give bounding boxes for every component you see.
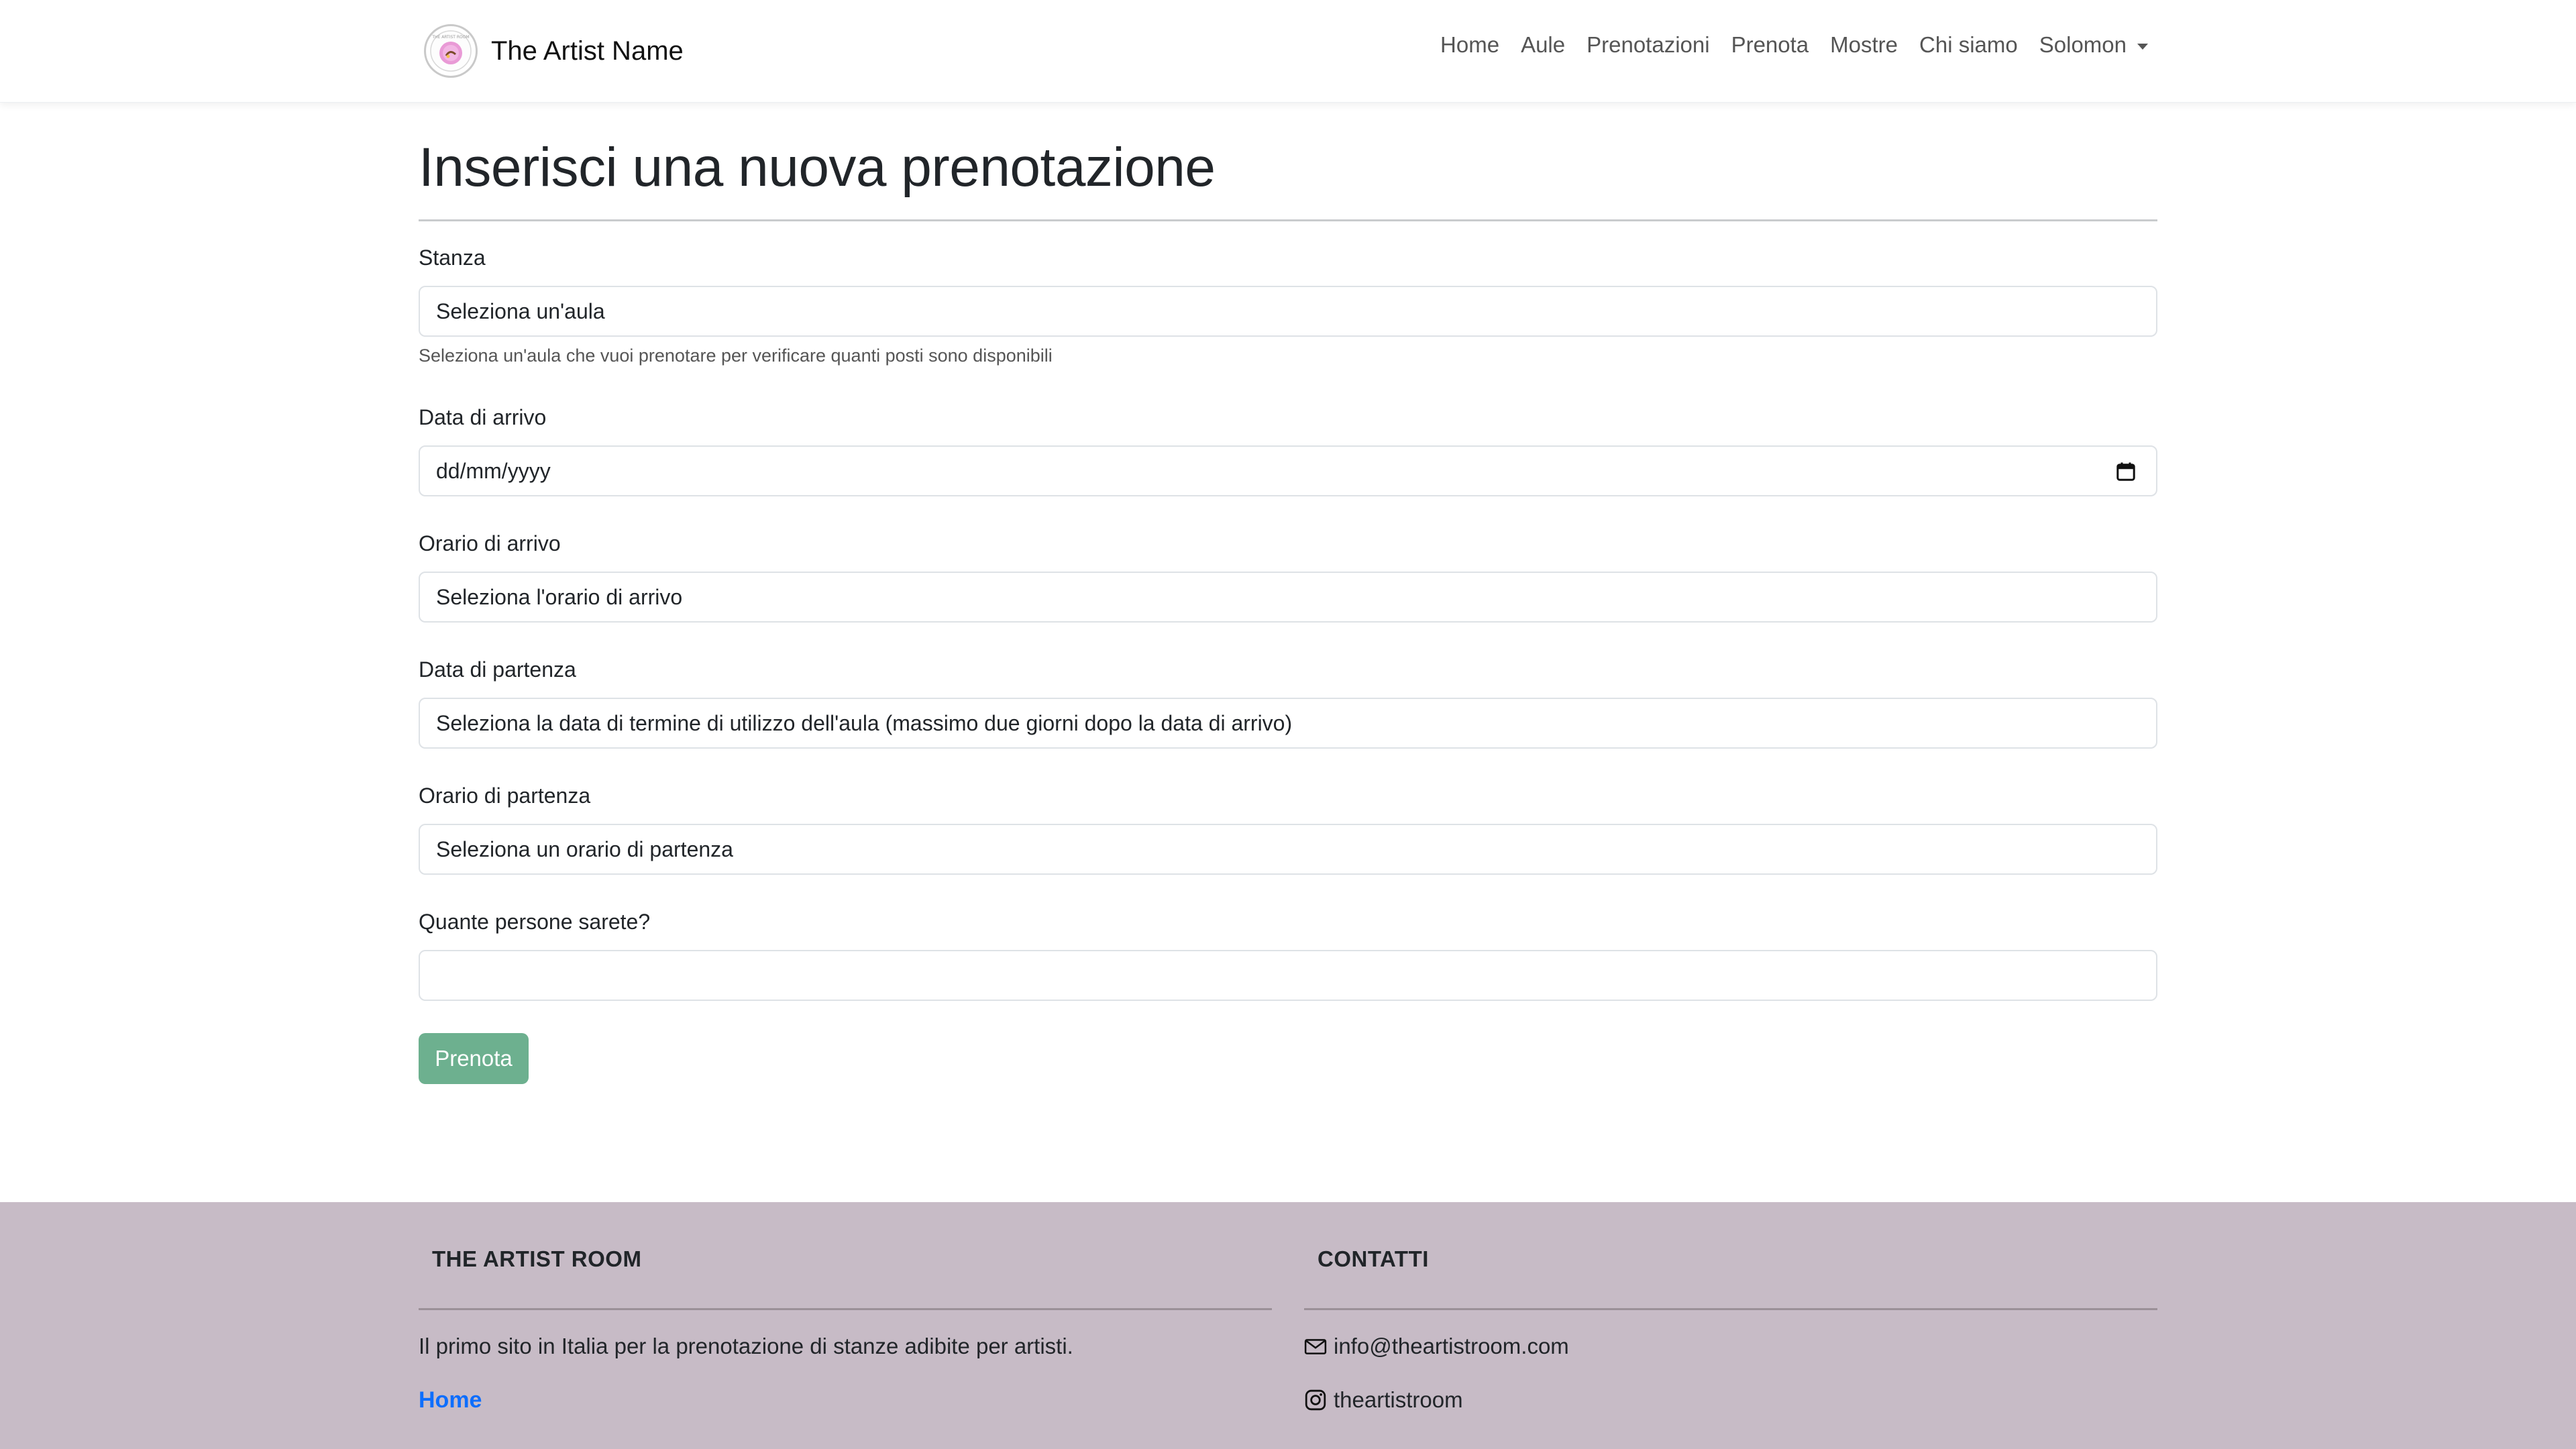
departure-date-value: Seleziona la data di termine di utilizzo… — [436, 710, 1293, 735]
artist-room-logo-icon: THE ARTIST ROOM — [424, 24, 478, 78]
instagram-icon — [1305, 1389, 1326, 1411]
envelope-icon — [1304, 1339, 1327, 1354]
footer-link-home[interactable]: Home — [419, 1387, 482, 1413]
footer-about-divider — [419, 1308, 1272, 1310]
main-nav: Home Aule Prenotazioni Prenota Mostre Ch… — [1419, 32, 2148, 58]
caret-down-icon — [2137, 43, 2148, 50]
people-count-input[interactable] — [419, 950, 2157, 1001]
page-title: Inserisci una nuova prenotazione — [419, 137, 1216, 198]
footer-about-text: Il primo sito in Italia per la prenotazi… — [419, 1334, 1073, 1358]
departure-date-label: Data di partenza — [419, 657, 576, 682]
calendar-icon[interactable] — [2116, 462, 2136, 482]
departure-time-select[interactable]: Seleziona un orario di partenza — [419, 824, 2157, 875]
nav-link-aule[interactable]: Aule — [1521, 32, 1565, 58]
submit-booking-button[interactable]: Prenota — [419, 1033, 529, 1084]
room-label: Stanza — [419, 246, 486, 270]
svg-text:THE ARTIST ROOM: THE ARTIST ROOM — [431, 35, 469, 40]
nav-link-chi-siamo[interactable]: Chi siamo — [1919, 32, 2018, 58]
arrival-time-label: Orario di arrivo — [419, 531, 561, 555]
arrival-time-value: Seleziona l'orario di arrivo — [436, 584, 683, 609]
arrival-time-select[interactable]: Seleziona l'orario di arrivo — [419, 572, 2157, 623]
footer-instagram-text: theartistroom — [1334, 1387, 1463, 1412]
brand-link[interactable]: THE ARTIST ROOM The Artist Name — [424, 23, 684, 79]
footer-contacts-divider — [1304, 1308, 2157, 1310]
footer-email[interactable]: info@theartistroom.com — [1304, 1334, 1569, 1359]
departure-time-label: Orario di partenza — [419, 784, 591, 808]
room-select-value: Seleziona un'aula — [436, 299, 605, 323]
footer-instagram[interactable]: theartistroom — [1304, 1387, 1463, 1413]
footer-email-text: info@theartistroom.com — [1334, 1334, 1569, 1358]
nav-link-home[interactable]: Home — [1440, 32, 1499, 58]
arrival-date-input[interactable]: dd/mm/yyyy — [419, 445, 2157, 496]
user-menu-label: Solomon — [2039, 32, 2127, 57]
departure-time-value: Seleziona un orario di partenza — [436, 837, 733, 861]
nav-link-prenota[interactable]: Prenota — [1731, 32, 1809, 58]
footer-about-heading: THE ARTIST ROOM — [432, 1246, 642, 1271]
footer-contacts-heading: CONTATTI — [1318, 1246, 1429, 1271]
title-divider — [419, 219, 2157, 221]
room-select[interactable]: Seleziona un'aula — [419, 286, 2157, 337]
navbar: THE ARTIST ROOM The Artist Name Home Aul… — [0, 0, 2576, 103]
arrival-date-placeholder: dd/mm/yyyy — [436, 458, 551, 483]
user-menu-dropdown[interactable]: Solomon — [2039, 32, 2148, 58]
nav-link-mostre[interactable]: Mostre — [1830, 32, 1898, 58]
departure-date-select[interactable]: Seleziona la data di termine di utilizzo… — [419, 698, 2157, 749]
arrival-date-label: Data di arrivo — [419, 405, 547, 429]
room-help-text: Seleziona un'aula che vuoi prenotare per… — [419, 345, 1053, 366]
brand-name: The Artist Name — [491, 36, 684, 66]
people-count-label: Quante persone sarete? — [419, 910, 651, 934]
nav-link-prenotazioni[interactable]: Prenotazioni — [1587, 32, 1709, 58]
footer: THE ARTIST ROOM Il primo sito in Italia … — [0, 1202, 2576, 1449]
